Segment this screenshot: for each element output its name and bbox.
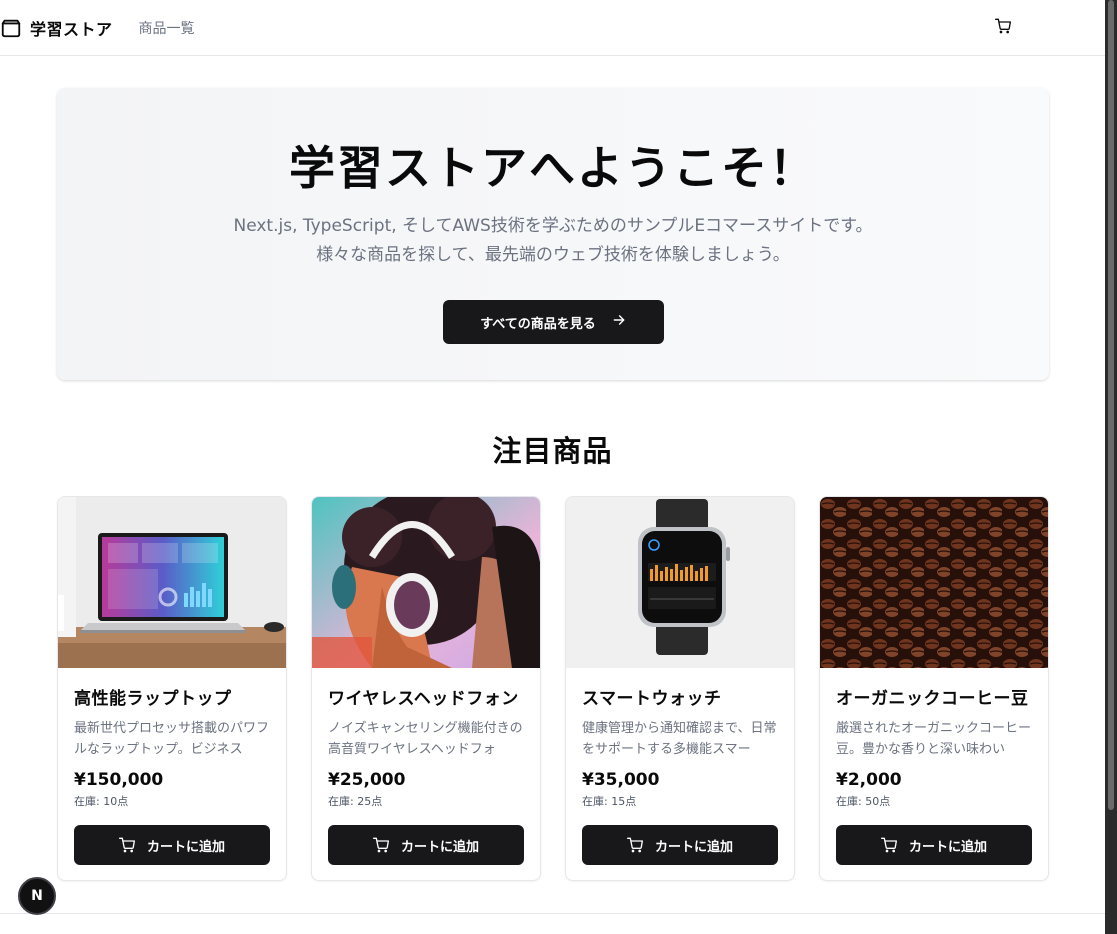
- product-card[interactable]: スマートウォッチ 健康管理から通知確認まで、日常をサポートする多機能スマー ¥3…: [565, 496, 795, 881]
- arrow-right-icon: [596, 313, 626, 331]
- featured-title: 注目商品: [492, 434, 613, 468]
- cart-icon: [626, 837, 643, 853]
- add-to-cart-button[interactable]: カートに追加: [836, 825, 1032, 865]
- product-card-body: スマートウォッチ 健康管理から通知確認まで、日常をサポートする多機能スマー ¥3…: [566, 668, 794, 865]
- product-card-body: ワイヤレスヘッドフォン ノイズキャンセリング機能付きの高音質ワイヤレスヘッドフォ…: [312, 668, 540, 865]
- cart-icon: [118, 837, 135, 853]
- shopping-bag-icon: [0, 17, 22, 39]
- product-image-laptop: [58, 497, 286, 668]
- product-card[interactable]: ワイヤレスヘッドフォン ノイズキャンセリング機能付きの高音質ワイヤレスヘッドフォ…: [311, 496, 541, 881]
- nav-products-link[interactable]: 商品一覧: [139, 18, 195, 38]
- product-description: ノイズキャンセリング機能付きの高音質ワイヤレスヘッドフォ: [328, 721, 523, 757]
- add-to-cart-label: カートに追加: [654, 839, 733, 855]
- product-stock: 在庫: 15点: [582, 795, 637, 808]
- product-name[interactable]: スマートウォッチ: [582, 684, 778, 709]
- product-price: ¥2,000: [836, 770, 902, 790]
- hero-section: 学習ストアへようこそ！ Next.js, TypeScript, そしてAWS技…: [57, 88, 1049, 380]
- nextjs-dev-badge[interactable]: N: [18, 877, 56, 915]
- product-card[interactable]: オーガニックコーヒー豆 厳選されたオーガニックコーヒー豆。豊かな香りと深い味わい…: [819, 496, 1049, 881]
- nextjs-logo-icon: N: [31, 888, 43, 904]
- cart-button[interactable]: [990, 16, 1016, 40]
- product-name[interactable]: オーガニックコーヒー豆: [836, 684, 1032, 709]
- add-to-cart-button[interactable]: カートに追加: [582, 825, 778, 865]
- add-to-cart-button[interactable]: カートに追加: [74, 825, 270, 865]
- add-to-cart-button[interactable]: カートに追加: [328, 825, 524, 865]
- product-image-smartwatch: [566, 497, 794, 668]
- product-description: 最新世代プロセッサ搭載のパワフルなラップトップ。ビジネス: [74, 721, 270, 757]
- logo-link[interactable]: 学習ストア: [0, 16, 113, 40]
- hero-title: 学習ストアへようこそ！: [289, 141, 817, 195]
- view-all-products-label: すべての商品を見る: [480, 316, 596, 332]
- product-description: 健康管理から通知確認まで、日常をサポートする多機能スマー: [582, 721, 777, 757]
- site-header: 学習ストア 商品一覧: [0, 0, 1105, 56]
- hero-subtitle-line1: Next.js, TypeScript, そしてAWS技術を学ぶためのサンプルE…: [233, 216, 873, 236]
- product-card-body: 高性能ラップトップ 最新世代プロセッサ搭載のパワフルなラップトップ。ビジネス ¥…: [58, 668, 286, 865]
- add-to-cart-label: カートに追加: [400, 839, 479, 855]
- cart-icon: [995, 18, 1011, 38]
- product-stock: 在庫: 50点: [836, 795, 891, 808]
- hero-subtitle: Next.js, TypeScript, そしてAWS技術を学ぶためのサンプルE…: [57, 212, 1049, 270]
- hero-subtitle-line2: 様々な商品を探して、最先端のウェブ技術を体験しましょう。: [316, 245, 790, 265]
- product-price: ¥35,000: [582, 770, 660, 790]
- product-image-headphones: [312, 497, 540, 668]
- product-stock: 在庫: 10点: [74, 795, 129, 808]
- product-card[interactable]: 高性能ラップトップ 最新世代プロセッサ搭載のパワフルなラップトップ。ビジネス ¥…: [57, 496, 287, 881]
- product-price: ¥150,000: [74, 770, 164, 790]
- footer-divider: [0, 913, 1105, 914]
- add-to-cart-label: カートに追加: [908, 839, 987, 855]
- product-image-coffee-beans: [820, 497, 1048, 668]
- cart-icon: [880, 837, 897, 853]
- scrollbar[interactable]: [1105, 0, 1117, 934]
- product-name[interactable]: 高性能ラップトップ: [74, 684, 270, 709]
- page: 学習ストア 商品一覧 学習ストアへようこそ！ Next.js, TypeScri…: [0, 0, 1105, 934]
- product-price: ¥25,000: [328, 770, 406, 790]
- scrollbar-thumb[interactable]: [1108, 0, 1114, 810]
- product-card-body: オーガニックコーヒー豆 厳選されたオーガニックコーヒー豆。豊かな香りと深い味わい…: [820, 668, 1048, 865]
- cart-icon: [372, 837, 389, 853]
- view-all-products-button[interactable]: すべての商品を見る: [442, 300, 664, 344]
- product-name[interactable]: ワイヤレスヘッドフォン: [328, 684, 524, 709]
- product-stock: 在庫: 25点: [328, 795, 383, 808]
- logo-text: 学習ストア: [30, 19, 113, 39]
- product-description: 厳選されたオーガニックコーヒー豆。豊かな香りと深い味わい: [836, 721, 1032, 757]
- add-to-cart-label: カートに追加: [146, 839, 225, 855]
